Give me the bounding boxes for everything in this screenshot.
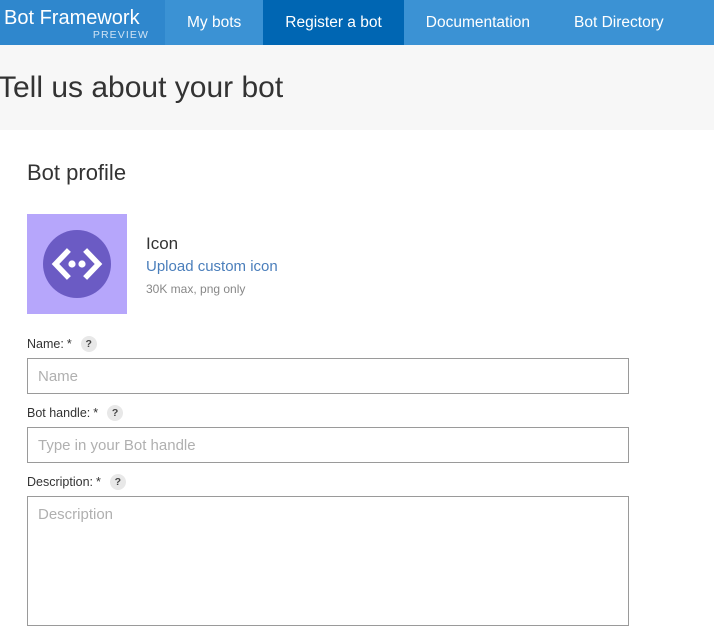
page-header-band: Tell us about your bot: [0, 45, 714, 130]
nav-tab-register-a-bot[interactable]: Register a bot: [263, 0, 404, 45]
field-label-description: Description: * ?: [27, 474, 714, 490]
code-brackets-icon: [38, 225, 116, 303]
nav-tab-documentation[interactable]: Documentation: [404, 0, 552, 45]
field-bot-handle: Bot handle: * ?: [27, 405, 714, 463]
field-label-name-text: Name:: [27, 337, 64, 351]
brand-title: Bot Framework: [4, 6, 140, 29]
nav-tab-my-bots[interactable]: My bots: [165, 0, 263, 45]
description-textarea[interactable]: [27, 496, 629, 626]
field-label-bot-handle: Bot handle: * ?: [27, 405, 714, 421]
icon-upload-hint: 30K max, png only: [146, 282, 246, 296]
field-name: Name: * ?: [27, 336, 714, 394]
name-input[interactable]: [27, 358, 629, 394]
nav-tab-bot-directory[interactable]: Bot Directory: [552, 0, 686, 45]
page-title: Tell us about your bot: [0, 70, 284, 104]
field-description: Description: * ?: [27, 474, 714, 626]
upload-custom-icon-link[interactable]: Upload custom icon: [146, 256, 278, 278]
field-label-name: Name: * ?: [27, 336, 714, 352]
icon-label: Icon: [146, 234, 179, 253]
bot-handle-input[interactable]: [27, 427, 629, 463]
bot-avatar: [27, 214, 127, 314]
help-icon-description[interactable]: ?: [109, 474, 126, 490]
section-title-bot-profile: Bot profile: [27, 160, 127, 185]
help-icon-bot-handle[interactable]: ?: [107, 405, 124, 421]
field-label-bot-handle-text: Bot handle:: [27, 406, 91, 420]
top-navigation-bar: Bot Framework PREVIEW My bots Register a…: [0, 0, 714, 45]
required-marker-bot-handle: *: [93, 406, 99, 420]
bot-icon-row: Icon Upload custom icon 30K max, png onl…: [27, 214, 714, 314]
bot-profile-form: Name: * ? Bot handle: * ? Description: *…: [27, 336, 714, 626]
field-label-description-text: Description:: [27, 475, 93, 489]
required-marker-description: *: [96, 475, 101, 489]
brand-logo[interactable]: Bot Framework PREVIEW: [0, 0, 165, 45]
required-marker-name: *: [66, 337, 72, 351]
bot-icon-meta: Icon Upload custom icon 30K max, png onl…: [146, 214, 278, 298]
main-content: Bot profile Icon Upload custom icon 30K …: [0, 160, 714, 626]
help-icon-name[interactable]: ?: [80, 336, 97, 352]
nav-tab-list: My bots Register a bot Documentation Bot…: [165, 0, 714, 45]
brand-subtitle: PREVIEW: [92, 28, 149, 41]
